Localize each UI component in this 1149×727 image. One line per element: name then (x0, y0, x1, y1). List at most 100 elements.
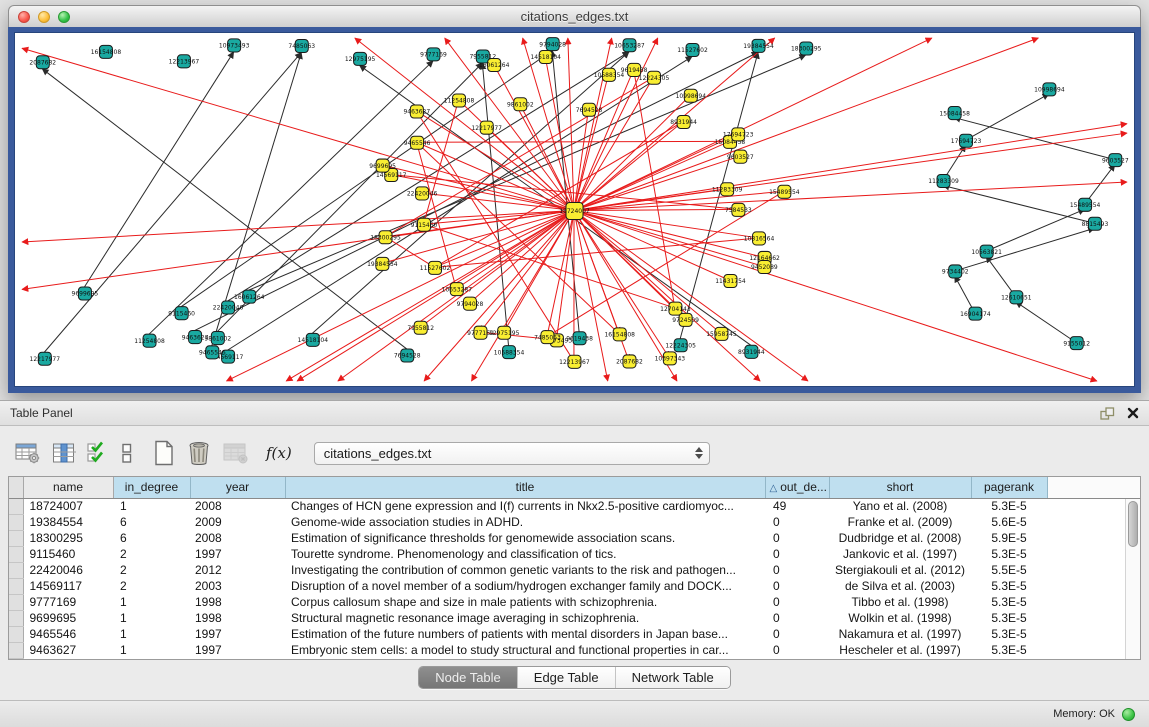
cell-name[interactable]: 14569117 (23, 578, 113, 594)
column-visibility-button[interactable] (51, 441, 77, 466)
window-titlebar[interactable]: citations_edges.txt (8, 5, 1141, 27)
cell-name[interactable]: 19384554 (23, 514, 113, 530)
network-node[interactable]: 15084458 (939, 107, 970, 120)
table-row[interactable]: 19384554 6 2009 Genome-wide association … (9, 514, 1140, 530)
cell-pagerank[interactable]: 5.3E-5 (971, 578, 1047, 594)
cell-name[interactable]: 22420046 (23, 562, 113, 578)
cell-short[interactable]: Hescheler et al. (1997) (829, 642, 971, 658)
network-node[interactable]: 2087682 (29, 56, 56, 69)
tab-node-table[interactable]: Node Table (419, 667, 518, 688)
cell-title[interactable]: Estimation of significance thresholds fo… (285, 530, 765, 546)
cell-short[interactable]: Nakamura et al. (1997) (829, 626, 971, 642)
network-node[interactable]: 12217977 (471, 121, 502, 134)
cell-short[interactable]: Dudbridge et al. (2008) (829, 530, 971, 546)
cell-out-degree[interactable]: 0 (765, 626, 829, 642)
cell-year[interactable]: 2012 (190, 562, 285, 578)
cell-pagerank[interactable]: 5.9E-5 (971, 530, 1047, 546)
tab-edge-table[interactable]: Edge Table (518, 667, 616, 688)
network-node[interactable]: 11527602 (677, 43, 708, 56)
cell-out-degree[interactable]: 0 (765, 546, 829, 562)
cell-title[interactable]: Investigating the contribution of common… (285, 562, 765, 578)
network-node[interactable]: 18300295 (791, 42, 822, 55)
network-node[interactable]: 9452089 (751, 260, 778, 273)
cell-title[interactable]: Embryonic stem cells: a model to study s… (285, 642, 765, 658)
network-node[interactable]: 16154808 (91, 45, 122, 58)
cell-name[interactable]: 9115460 (23, 546, 113, 562)
table-scrollbar[interactable] (1125, 499, 1140, 659)
cell-short[interactable]: Yano et al. (2008) (829, 498, 971, 514)
cell-pagerank[interactable]: 5.3E-5 (971, 626, 1047, 642)
close-panel-button[interactable] (1127, 407, 1139, 419)
cell-short[interactable]: Jankovic et al. (1997) (829, 546, 971, 562)
cell-out-degree[interactable]: 0 (765, 594, 829, 610)
cell-short[interactable]: Tibbo et al. (1998) (829, 594, 971, 610)
column-header-name[interactable]: name (23, 477, 113, 498)
cell-pagerank[interactable]: 5.3E-5 (971, 594, 1047, 610)
column-header-title[interactable]: title (285, 477, 765, 498)
cell-in-degree[interactable]: 6 (113, 514, 190, 530)
cell-year[interactable]: 1998 (190, 594, 285, 610)
network-node[interactable]: 10397343 (655, 352, 686, 365)
network-node[interactable]: 12213967 (559, 355, 590, 368)
network-node[interactable]: 9794028 (457, 297, 484, 310)
tab-network-table[interactable]: Network Table (616, 667, 730, 688)
cell-short[interactable]: Stergiakouli et al. (2012) (829, 562, 971, 578)
cell-in-degree[interactable]: 6 (113, 530, 190, 546)
column-header-short[interactable]: short (829, 477, 971, 498)
table-row[interactable]: 9777169 1 1998 Corpus callosum shape and… (9, 594, 1140, 610)
cell-title[interactable]: Estimation of the future numbers of pati… (285, 626, 765, 642)
cell-out-degree[interactable]: 49 (765, 498, 829, 514)
network-node[interactable]: 11527602 (420, 261, 451, 274)
cell-name[interactable]: 9465546 (23, 626, 113, 642)
cell-pagerank[interactable]: 5.3E-5 (971, 546, 1047, 562)
column-header-pagerank[interactable]: pagerank (971, 477, 1047, 498)
cell-name[interactable]: 9463627 (23, 642, 113, 658)
new-column-button[interactable] (152, 439, 176, 467)
cell-pagerank[interactable]: 5.3E-5 (971, 498, 1047, 514)
table-mode-button[interactable] (14, 441, 42, 466)
network-node[interactable]: 9463627 (403, 105, 430, 118)
table-row[interactable]: 9699695 1 1998 Structural magnetic reson… (9, 610, 1140, 626)
network-node[interactable]: 12217977 (30, 352, 61, 365)
cell-out-degree[interactable]: 0 (765, 642, 829, 658)
cell-pagerank[interactable]: 5.5E-5 (971, 562, 1047, 578)
network-node[interactable]: 8815493 (1082, 217, 1109, 230)
network-node[interactable]: 9861002 (204, 332, 231, 345)
cell-in-degree[interactable]: 1 (113, 642, 190, 658)
cell-out-degree[interactable]: 0 (765, 610, 829, 626)
network-node[interactable]: 11254808 (134, 334, 165, 347)
network-node[interactable]: 9115460 (168, 307, 195, 320)
table-row[interactable]: 18300295 6 2008 Estimation of significan… (9, 530, 1140, 546)
memory-ok-indicator-icon[interactable] (1122, 708, 1135, 721)
column-header-year[interactable]: year (190, 477, 285, 498)
cell-year[interactable]: 1997 (190, 642, 285, 658)
column-header-in-degree[interactable]: in_degree (113, 477, 190, 498)
network-node[interactable]: 22420046 (213, 301, 244, 314)
cell-in-degree[interactable]: 1 (113, 594, 190, 610)
cell-name[interactable]: 18724007 (23, 498, 113, 514)
cell-in-degree[interactable]: 1 (113, 610, 190, 626)
cell-in-degree[interactable]: 2 (113, 578, 190, 594)
network-node[interactable]: 17694723 (951, 134, 982, 147)
network-node[interactable]: 9603527 (1102, 154, 1129, 167)
network-node[interactable]: 10588354 (494, 346, 525, 359)
network-node[interactable]: 7485063 (288, 39, 315, 52)
cell-title[interactable]: Changes of HCN gene expression and I(f) … (285, 498, 765, 514)
cell-year[interactable]: 2008 (190, 498, 285, 514)
cell-short[interactable]: Wolkin et al. (1998) (829, 610, 971, 626)
cell-out-degree[interactable]: 0 (765, 562, 829, 578)
delete-column-button[interactable] (185, 439, 213, 467)
cell-out-degree[interactable]: 0 (765, 530, 829, 546)
cell-in-degree[interactable]: 2 (113, 562, 190, 578)
network-graph[interactable]: 2087682161548081221396710973493748506312… (14, 32, 1135, 387)
table-row[interactable]: 18724007 1 2008 Changes of HCN gene expr… (9, 498, 1140, 514)
column-header-out-degree[interactable]: △out_de... (765, 477, 829, 498)
network-node[interactable]: 9699695 (72, 287, 99, 300)
network-node[interactable]: 9155012 (1063, 337, 1090, 350)
cell-in-degree[interactable]: 1 (113, 498, 190, 514)
network-node[interactable]: 7584533 (725, 203, 752, 216)
cell-name[interactable]: 18300295 (23, 530, 113, 546)
network-node[interactable]: 16154808 (604, 328, 635, 341)
cell-title[interactable]: Corpus callosum shape and size in male p… (285, 594, 765, 610)
cell-year[interactable]: 1997 (190, 626, 285, 642)
